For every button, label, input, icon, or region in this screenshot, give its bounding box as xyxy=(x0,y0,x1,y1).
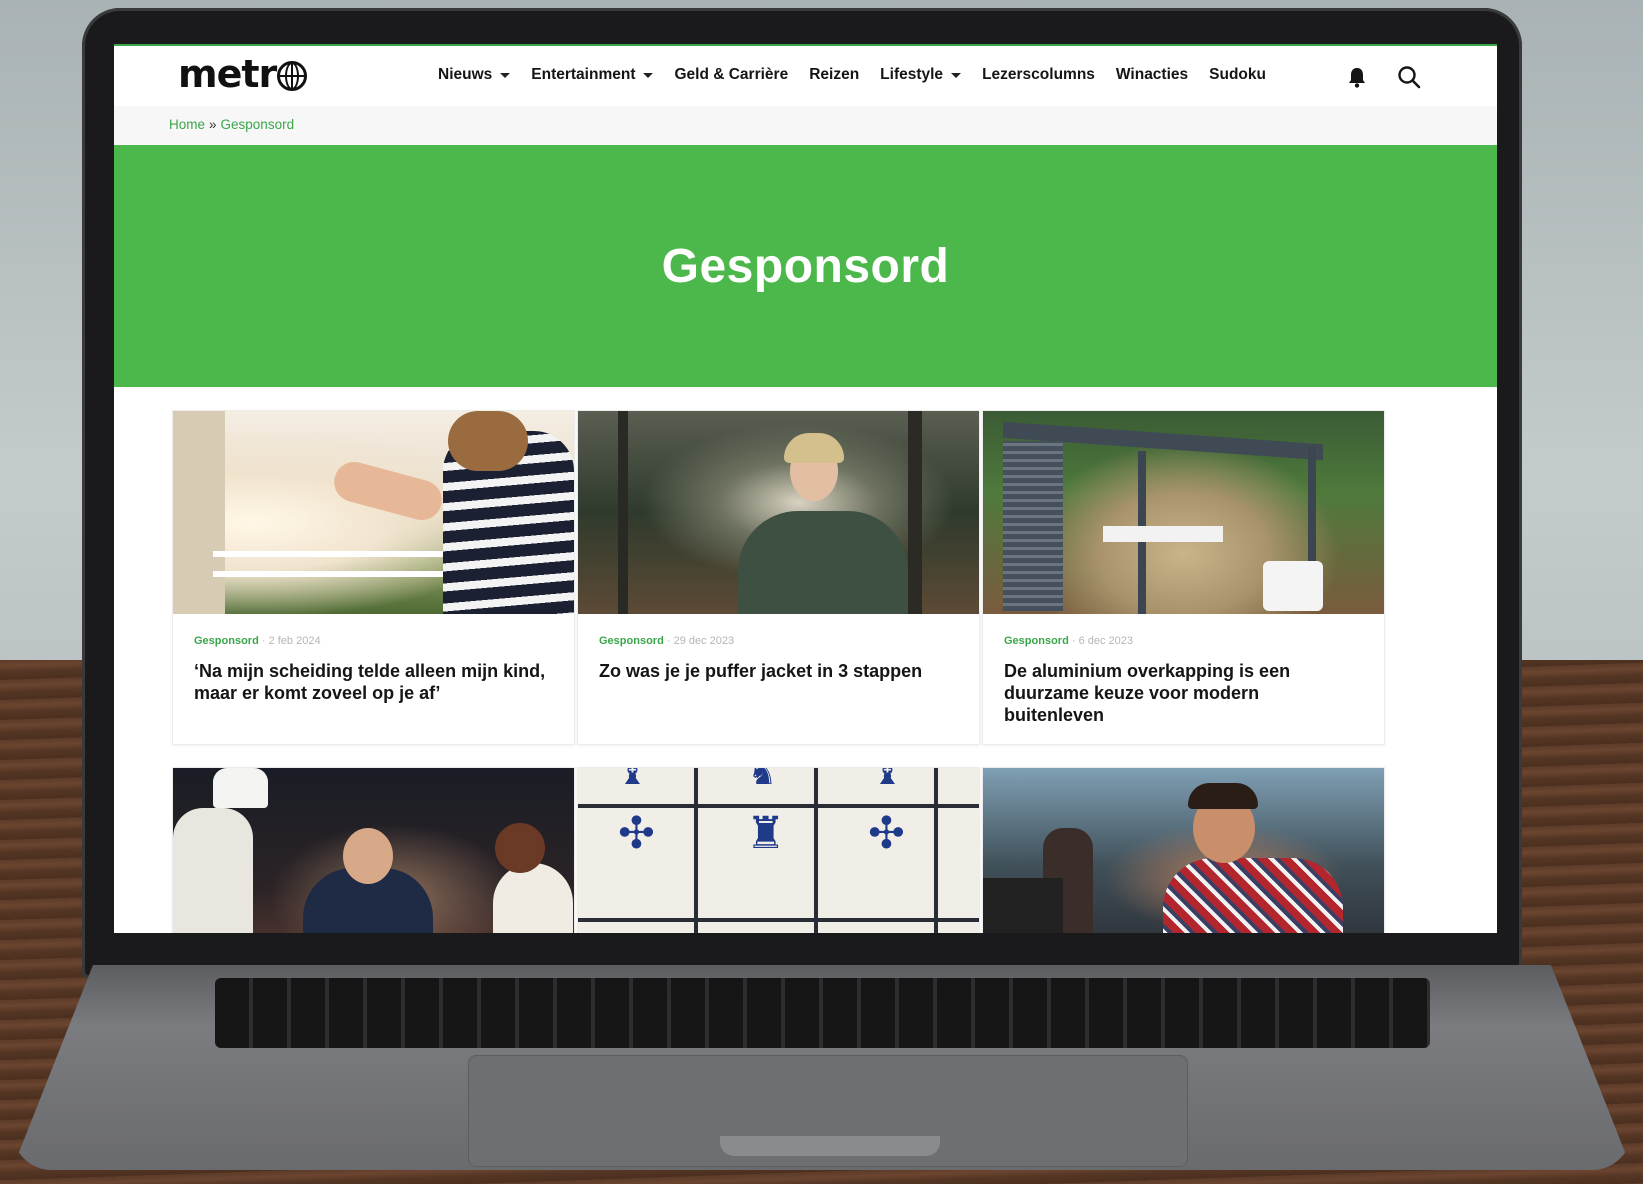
search-icon[interactable] xyxy=(1397,65,1421,89)
nav-item-geld-carriere[interactable]: Geld & Carrière xyxy=(674,66,788,84)
figure-tile-icon: ♝ xyxy=(873,768,902,792)
tree-trunk-shape xyxy=(618,411,628,614)
woman-blouse-shape xyxy=(493,863,573,933)
nav-label: Nieuws xyxy=(438,66,493,83)
pergola-louvre-shape xyxy=(1003,441,1063,611)
article-meta: Gesponsord · 2 feb 2024 xyxy=(194,635,321,647)
article-image[interactable] xyxy=(983,768,1384,933)
chevron-down-icon xyxy=(500,72,511,78)
laptop-screen: metr Nieuws Entertainment Geld & Carrièr… xyxy=(114,44,1497,933)
nav-item-winacties[interactable]: Winacties xyxy=(1116,66,1188,84)
chevron-down-icon xyxy=(951,72,962,78)
tree-trunk-shape xyxy=(908,411,922,614)
breadcrumb-separator: » xyxy=(209,117,217,132)
chef-jacket-shape xyxy=(173,808,253,933)
nav-label: Geld & Carrière xyxy=(674,66,789,83)
nav-label: Sudoku xyxy=(1209,66,1266,83)
man-face-shape xyxy=(343,828,393,884)
nav-label: Winacties xyxy=(1115,66,1189,83)
article-card[interactable]: ✣ ♜ ✣ ♝ ♞ ♝ xyxy=(577,767,980,933)
article-card[interactable] xyxy=(172,767,575,933)
breadcrumb-bar: Home » Gesponsord xyxy=(114,106,1497,145)
nav-item-lifestyle[interactable]: Lifestyle xyxy=(880,66,962,84)
article-date: · 6 dec 2023 xyxy=(1071,635,1134,647)
main-nav: Nieuws Entertainment Geld & Carrière Rei… xyxy=(438,66,1266,84)
article-title[interactable]: ‘Na mijn scheiding telde alleen mijn kin… xyxy=(194,660,554,704)
article-category[interactable]: Gesponsord xyxy=(1004,635,1069,647)
article-meta: Gesponsord · 6 dec 2023 xyxy=(1004,635,1133,647)
article-category[interactable]: Gesponsord xyxy=(194,635,259,647)
globe-icon xyxy=(277,61,308,91)
article-card[interactable] xyxy=(982,767,1385,933)
man-hair-shape xyxy=(1188,783,1258,809)
page-title: Gesponsord xyxy=(661,239,950,293)
nav-label: Lifestyle xyxy=(880,66,944,83)
fence-shape xyxy=(213,551,443,557)
pergola-post-shape xyxy=(1308,447,1316,577)
article-card[interactable]: Gesponsord · 2 feb 2024 ‘Na mijn scheidi… xyxy=(172,410,575,745)
breadcrumb-current[interactable]: Gesponsord xyxy=(221,117,295,132)
nav-item-sudoku[interactable]: Sudoku xyxy=(1209,66,1266,84)
figure-tile-icon: ♜ xyxy=(746,808,786,859)
fence-shape xyxy=(213,571,443,577)
laptop-keyboard xyxy=(215,978,1430,1048)
article-card[interactable]: Gesponsord · 29 dec 2023 Zo was je je pu… xyxy=(577,410,980,745)
article-image[interactable] xyxy=(173,768,574,933)
woman-hair-shape xyxy=(784,433,844,463)
laptop-lip xyxy=(720,1136,940,1156)
figure-tile-icon: ♝ xyxy=(618,768,647,792)
nav-label: Lezerscolumns xyxy=(982,66,1095,83)
windmill-tile-icon: ✣ xyxy=(868,808,905,859)
article-image[interactable]: ✣ ♜ ✣ ♝ ♞ ♝ xyxy=(578,768,979,933)
chevron-down-icon xyxy=(643,72,654,78)
bell-icon[interactable] xyxy=(1347,66,1367,88)
table-shape xyxy=(1103,526,1223,542)
article-date: · 29 dec 2023 xyxy=(666,635,735,647)
metro-logo[interactable]: metr xyxy=(178,52,308,96)
woman-hair-shape xyxy=(495,823,545,873)
monitor-shape xyxy=(983,878,1063,933)
puffer-jacket-shape xyxy=(738,511,908,614)
article-card[interactable]: Gesponsord · 6 dec 2023 De aluminium ove… xyxy=(982,410,1385,745)
site-header: metr Nieuws Entertainment Geld & Carrièr… xyxy=(114,44,1497,108)
tile-grout-shape xyxy=(578,918,979,922)
holding-hands-shape xyxy=(329,457,447,525)
article-image[interactable] xyxy=(578,411,979,614)
plaid-shirt-shape xyxy=(1163,858,1343,933)
nav-label: Entertainment xyxy=(531,66,636,83)
adult-leg-shape xyxy=(173,411,225,614)
windmill-tile-icon: ✣ xyxy=(618,808,655,859)
ship-tile-icon: ♞ xyxy=(748,768,777,792)
chair-shape xyxy=(1263,561,1323,611)
logo-text: metr xyxy=(178,52,277,96)
article-category[interactable]: Gesponsord xyxy=(599,635,664,647)
nav-item-entertainment[interactable]: Entertainment xyxy=(531,66,654,84)
nav-item-lezerscolumns[interactable]: Lezerscolumns xyxy=(982,66,1095,84)
nav-item-nieuws[interactable]: Nieuws xyxy=(438,66,511,84)
article-title[interactable]: Zo was je je puffer jacket in 3 stappen xyxy=(599,660,959,682)
category-hero: Gesponsord xyxy=(114,145,1497,387)
article-image[interactable] xyxy=(173,411,574,614)
breadcrumb-home-link[interactable]: Home xyxy=(169,117,205,132)
nav-label: Reizen xyxy=(809,66,860,83)
child-hair-shape xyxy=(448,411,528,471)
nav-item-reizen[interactable]: Reizen xyxy=(809,66,859,84)
article-image[interactable] xyxy=(983,411,1384,614)
chef-hat-shape xyxy=(213,768,268,808)
article-date: · 2 feb 2024 xyxy=(261,635,321,647)
article-meta: Gesponsord · 29 dec 2023 xyxy=(599,635,734,647)
breadcrumb: Home » Gesponsord xyxy=(169,117,294,132)
article-title[interactable]: De aluminium overkapping is een duurzame… xyxy=(1004,660,1364,726)
